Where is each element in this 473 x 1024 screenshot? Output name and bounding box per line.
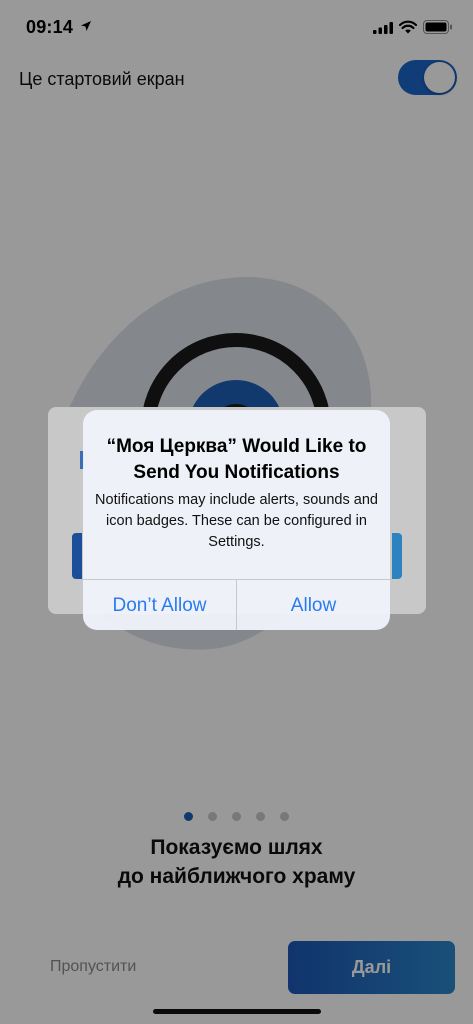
dont-allow-button[interactable]: Don’t Allow <box>83 580 236 630</box>
background-dialog-button-edge-right <box>392 533 402 579</box>
background-dialog-button-edge-left <box>72 533 82 579</box>
alert-title: “Моя Церква” Would Like to Send You Noti… <box>106 436 367 483</box>
alert-button-row: Don’t Allow Allow <box>83 579 390 630</box>
onboarding-screen: 09:14 Це стартовий екран Показуємо шлях … <box>0 0 473 1024</box>
notification-permission-alert: “Моя Церква” Would Like to Send You Noti… <box>83 410 390 630</box>
alert-message: Notifications may include alerts, sounds… <box>95 492 378 550</box>
allow-button[interactable]: Allow <box>237 580 390 630</box>
